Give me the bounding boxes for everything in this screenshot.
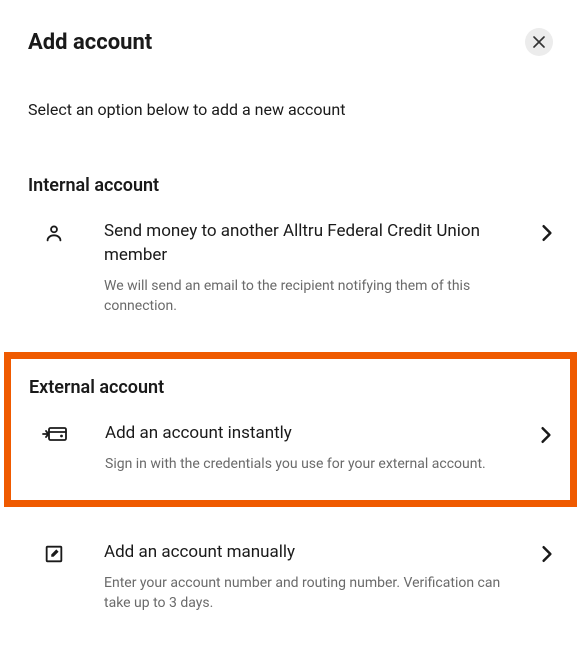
internal-section: Internal account Send money to another A… [28,175,553,320]
option-instant[interactable]: Add an account instantly Sign in with th… [29,418,552,478]
option-manual-desc: Enter your account number and routing nu… [104,573,501,614]
option-instant-desc: Sign in with the credentials you use for… [105,454,500,474]
option-manual[interactable]: Add an account manually Enter your accou… [28,537,553,617]
external-heading: External account [29,377,552,398]
close-button[interactable] [525,28,553,56]
subtitle-text: Select an option below to add a new acco… [28,100,553,119]
option-manual-body: Add an account manually Enter your accou… [104,541,501,613]
close-icon [533,36,545,48]
option-internal-body: Send money to another Alltru Federal Cre… [104,220,501,316]
modal-header: Add account [28,28,553,56]
chevron-right-icon [524,422,552,444]
page-title: Add account [28,30,152,55]
external-highlight-box: External account Add an account instantl… [4,352,577,507]
option-manual-title: Add an account manually [104,541,501,565]
edit-note-icon [28,541,80,565]
chevron-right-icon [525,541,553,563]
chevron-right-icon [525,220,553,242]
internal-heading: Internal account [28,175,553,196]
option-internal[interactable]: Send money to another Alltru Federal Cre… [28,216,553,320]
option-internal-title: Send money to another Alltru Federal Cre… [104,220,501,268]
option-instant-title: Add an account instantly [105,422,500,446]
option-instant-body: Add an account instantly Sign in with th… [105,422,500,474]
card-transfer-icon [29,422,81,444]
person-icon [28,220,80,244]
option-internal-desc: We will send an email to the recipient n… [104,276,501,317]
